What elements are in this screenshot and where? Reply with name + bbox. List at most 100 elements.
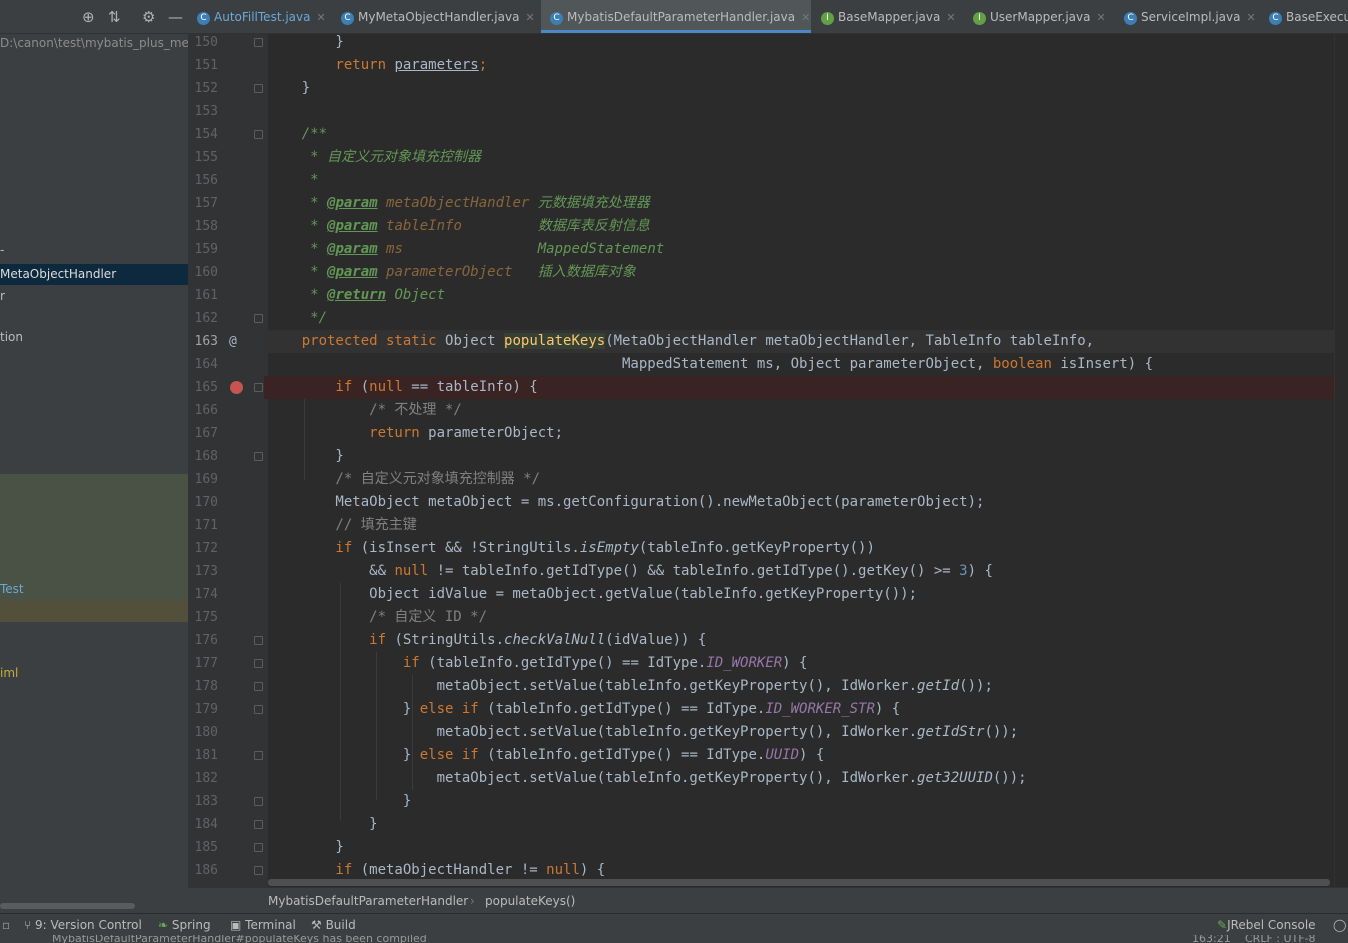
terminal-button[interactable]: ▣ Terminal: [230, 914, 296, 936]
fold-marker-icon[interactable]: [254, 314, 263, 323]
close-icon[interactable]: ✕: [1247, 11, 1256, 24]
close-icon[interactable]: ✕: [525, 11, 534, 24]
fold-marker-icon[interactable]: [254, 797, 263, 806]
fold-marker-icon[interactable]: [254, 84, 263, 93]
jrebel-console-button[interactable]: ✎JRebel Console: [1217, 914, 1316, 936]
fold-marker-icon[interactable]: [254, 866, 263, 875]
code-line[interactable]: */: [264, 307, 1344, 330]
version-control-button[interactable]: ⑂ 9: Version Control: [24, 914, 142, 936]
fold-marker-icon[interactable]: [254, 38, 263, 47]
code-line[interactable]: metaObject.setValue(tableInfo.getKeyProp…: [264, 675, 1344, 698]
code-line[interactable]: * @param tableInfo 数据库表反射信息: [264, 215, 1344, 238]
code-line[interactable]: }: [264, 836, 1344, 859]
code-line[interactable]: if (metaObjectHandler != null) {: [264, 859, 1344, 879]
tree-item[interactable]: r: [0, 286, 188, 307]
editor-vertical-scrollbar[interactable]: [1334, 34, 1348, 887]
code-line[interactable]: } else if (tableInfo.getIdType() == IdTy…: [264, 744, 1344, 767]
breadcrumb-method[interactable]: populateKeys(): [485, 888, 575, 914]
tree-item[interactable]: tion: [0, 327, 188, 348]
code-line[interactable]: } else if (tableInfo.getIdType() == IdTy…: [264, 698, 1344, 721]
code-line[interactable]: /**: [264, 123, 1344, 146]
caret-position[interactable]: 163:21: [1192, 935, 1231, 943]
fold-marker-icon[interactable]: [254, 130, 263, 139]
editor-horizontal-scrollbar[interactable]: [268, 879, 1330, 886]
fold-marker-icon[interactable]: [254, 843, 263, 852]
code-line[interactable]: if (tableInfo.getIdType() == IdType.ID_W…: [264, 652, 1344, 675]
close-icon[interactable]: ✕: [946, 11, 955, 24]
code-line[interactable]: * @param metaObjectHandler 元数据填充处理器: [264, 192, 1344, 215]
code-line[interactable]: * @param ms MappedStatement: [264, 238, 1344, 261]
code-line[interactable]: && null != tableInfo.getIdType() && tabl…: [264, 560, 1344, 583]
close-icon[interactable]: ✕: [801, 11, 810, 24]
code-line[interactable]: MappedStatement ms, Object parameterObje…: [264, 353, 1344, 376]
fold-marker-icon[interactable]: [254, 751, 263, 760]
code-line[interactable]: }: [264, 790, 1344, 813]
tab-mybatisdefaultparameterhandler[interactable]: C MybatisDefaultParameterHandler.java ✕: [541, 0, 811, 33]
line-number: 181: [194, 748, 218, 763]
code-line[interactable]: * 自定义元对象填充控制器: [264, 146, 1344, 169]
line-number: 154: [194, 127, 218, 142]
target-icon[interactable]: ⊕: [82, 8, 95, 26]
fold-marker-icon[interactable]: [254, 452, 263, 461]
tree-item[interactable]: Test: [0, 579, 188, 600]
fold-marker-icon[interactable]: [254, 636, 263, 645]
line-number: 166: [194, 403, 218, 418]
project-panel-scrollbar[interactable]: [0, 903, 135, 909]
close-icon[interactable]: ✕: [1096, 11, 1105, 24]
code-line[interactable]: * @param parameterObject 插入数据库对象: [264, 261, 1344, 284]
fold-marker-icon[interactable]: [254, 383, 263, 392]
tab-basemapper[interactable]: I BaseMapper.java ✕: [812, 0, 962, 33]
close-icon[interactable]: ✕: [316, 11, 325, 24]
code-line[interactable]: MetaObject metaObject = ms.getConfigurat…: [264, 491, 1344, 514]
tree-item[interactable]: -: [0, 240, 188, 261]
tree-item-selected[interactable]: MetaObjectHandler: [0, 264, 188, 285]
breakpoint-icon[interactable]: [230, 381, 243, 394]
code-line[interactable]: return parameters;: [264, 54, 1344, 77]
override-marker-icon[interactable]: @: [229, 334, 237, 349]
code-line[interactable]: * @return Object: [264, 284, 1344, 307]
jrebel-icon: ✎: [1217, 918, 1228, 932]
tab-mymetaobjecthandler[interactable]: C MyMetaObjectHandler.java ✕: [332, 0, 540, 33]
tab-usermapper[interactable]: I UserMapper.java ✕: [964, 0, 1114, 33]
tab-autofilltest[interactable]: C AutoFillTest.java ✕: [188, 0, 331, 33]
build-button[interactable]: ⚒ Build: [311, 914, 356, 936]
code-line[interactable]: metaObject.setValue(tableInfo.getKeyProp…: [264, 767, 1344, 790]
file-encoding[interactable]: CRLF : UTF-8: [1245, 935, 1316, 943]
code-line[interactable]: return parameterObject;: [264, 422, 1344, 445]
line-number: 164: [194, 357, 218, 372]
line-number: 159: [194, 242, 218, 257]
code-line[interactable]: }: [264, 31, 1344, 54]
tab-baseexecutor[interactable]: CBaseExecut: [1260, 0, 1348, 33]
minimize-icon[interactable]: —: [168, 8, 183, 26]
fold-marker-icon[interactable]: [254, 659, 263, 668]
spring-button[interactable]: ❧ Spring: [158, 914, 211, 936]
code-line[interactable]: Object idValue = metaObject.getValue(tab…: [264, 583, 1344, 606]
breadcrumb-class[interactable]: MybatisDefaultParameterHandler: [268, 888, 468, 914]
code-line[interactable]: }: [264, 445, 1344, 468]
fold-marker-icon[interactable]: [254, 682, 263, 691]
code-line-current[interactable]: protected static Object populateKeys(Met…: [264, 330, 1344, 353]
event-log-icon[interactable]: ◯: [1333, 914, 1346, 936]
code-line[interactable]: // 填充主键: [264, 514, 1344, 537]
code-line[interactable]: /* 自定义元对象填充控制器 */: [264, 468, 1344, 491]
code-line[interactable]: /* 自定义 ID */: [264, 606, 1344, 629]
tree-item[interactable]: iml: [0, 663, 188, 684]
tab-serviceimpl[interactable]: C ServiceImpl.java ✕: [1115, 0, 1258, 33]
line-number: 175: [194, 610, 218, 625]
code-line[interactable]: if (isInsert && !StringUtils.isEmpty(tab…: [264, 537, 1344, 560]
code-line-breakpoint[interactable]: if (null == tableInfo) {: [264, 376, 1344, 399]
code-line[interactable]: /* 不处理 */: [264, 399, 1344, 422]
fold-marker-icon[interactable]: [254, 820, 263, 829]
code-line[interactable]: }: [264, 813, 1344, 836]
collapse-icon[interactable]: ⇅: [108, 8, 121, 26]
code-line[interactable]: if (StringUtils.checkValNull(idValue)) {: [264, 629, 1344, 652]
code-line[interactable]: *: [264, 169, 1344, 192]
code-line[interactable]: }: [264, 77, 1344, 100]
line-number: 185: [194, 840, 218, 855]
line-number: 162: [194, 311, 218, 326]
code-line[interactable]: metaObject.setValue(tableInfo.getKeyProp…: [264, 721, 1344, 744]
gear-icon[interactable]: ⚙: [142, 8, 155, 26]
line-number: 177: [194, 656, 218, 671]
fold-marker-icon[interactable]: [254, 705, 263, 714]
panel-toggle-icon[interactable]: ▫: [2, 914, 10, 936]
